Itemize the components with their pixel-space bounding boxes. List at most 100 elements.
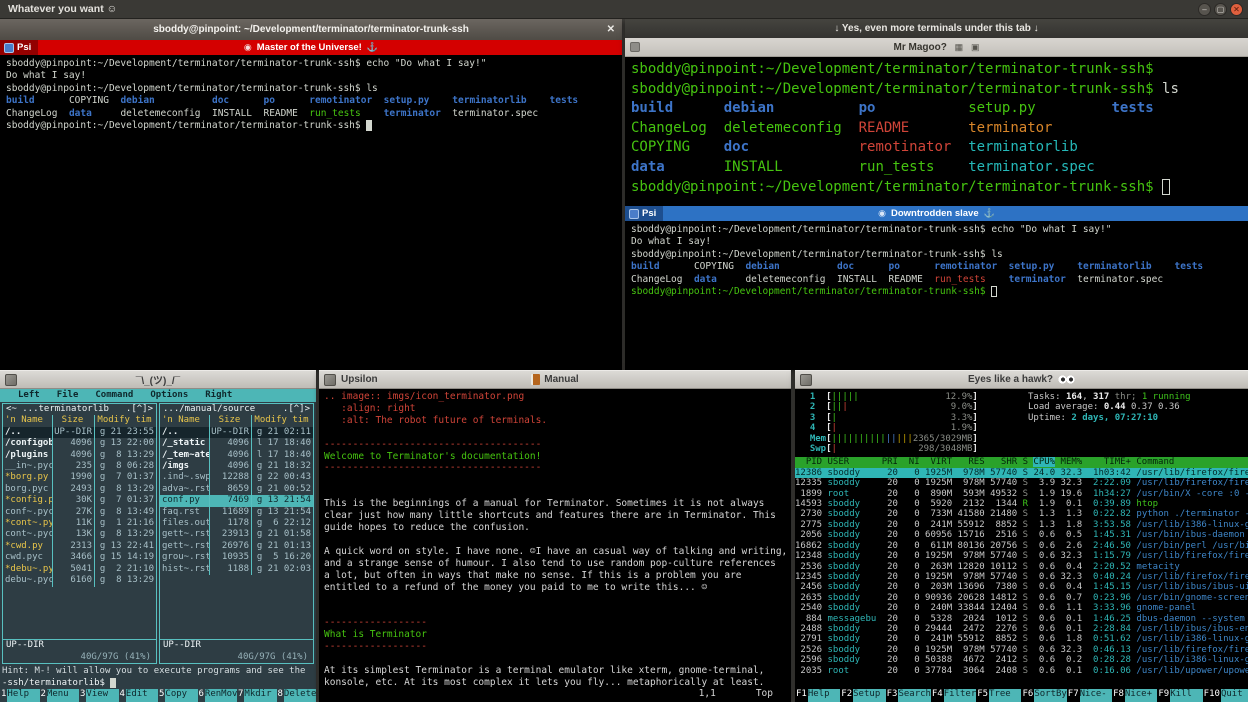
close-button[interactable]: ✕ xyxy=(1230,3,1243,16)
column-size[interactable]: Size xyxy=(209,415,251,426)
process-row[interactable]: 12386 sboddy 20 0 1925M 978M 57740 S 24.… xyxy=(795,468,1248,478)
process-row[interactable]: 14593 sboddy 20 0 5920 2132 1344 R 1.9 0… xyxy=(795,499,1248,509)
column-mtime[interactable]: Modify tim xyxy=(94,415,156,426)
file-row[interactable]: cwd.pyc3466g 15 14:19 xyxy=(3,552,156,563)
file-row[interactable]: /..UP--DIRg 21 23:55 xyxy=(3,427,156,438)
column-name[interactable]: 'n Name xyxy=(160,415,209,426)
column-size[interactable]: Size xyxy=(52,415,94,426)
fkey-menu[interactable]: 2Menu xyxy=(40,689,80,702)
process-row[interactable]: 2536 sboddy 20 0 263M 12820 10112 S 0.6 … xyxy=(795,562,1248,572)
process-row[interactable]: 2540 sboddy 20 0 240M 33844 12404 S 0.6 … xyxy=(795,603,1248,613)
file-row[interactable]: /_tem~ates4096l 17 18:40 xyxy=(160,450,313,461)
fkey-filter[interactable]: F4Filter xyxy=(931,689,976,702)
fkey-quit[interactable]: F10Quit xyxy=(1203,689,1248,702)
file-row[interactable]: __in~.pyc235g 8 06:28 xyxy=(3,461,156,472)
process-row[interactable]: 2488 sboddy 20 0 29444 2472 2276 S 0.6 0… xyxy=(795,624,1248,634)
process-row[interactable]: 12345 sboddy 20 0 1925M 978M 57740 S 0.6… xyxy=(795,572,1248,582)
menu-right[interactable]: Right xyxy=(205,390,232,401)
vim-editor[interactable]: .. image:: imgs/icon_terminator.png :ali… xyxy=(319,389,791,702)
fkey-renmov[interactable]: 6RenMov xyxy=(198,689,238,702)
fkey-mkdir[interactable]: 7Mkdir xyxy=(237,689,277,702)
fkey-kill[interactable]: F9Kill xyxy=(1157,689,1202,702)
group-chip[interactable]: Psi xyxy=(625,206,663,221)
window-titlebar[interactable]: Eyes like a hawk? xyxy=(795,370,1248,389)
file-row[interactable]: .ind~.swp12288g 22 00:43 xyxy=(160,472,313,483)
process-row[interactable]: 2775 sboddy 20 0 241M 55912 8852 S 1.3 1… xyxy=(795,520,1248,530)
file-row[interactable]: /_static4096l 17 18:40 xyxy=(160,438,313,449)
file-row[interactable]: *cont~.py11Kg 1 21:16 xyxy=(3,518,156,529)
htop-app[interactable]: 1 [||||| 12.9%] 2 [||| 9.0%] 3 [| 3.3%] … xyxy=(795,389,1248,702)
fkey-setup[interactable]: F2Setup xyxy=(840,689,885,702)
process-row[interactable]: 2596 sboddy 20 0 50388 4672 2412 S 0.6 0… xyxy=(795,655,1248,665)
column-headers[interactable]: 'n Name Size Modify tim xyxy=(3,415,156,426)
process-row[interactable]: 884 messagebu 20 0 5328 2024 1012 S 0.6 … xyxy=(795,614,1248,624)
file-row[interactable]: /imgs4096g 21 18:32 xyxy=(160,461,313,472)
fkey-tree[interactable]: F5Tree xyxy=(976,689,1021,702)
panel-path[interactable]: <~ ...terminatorlib .[^]> xyxy=(3,404,156,415)
fkey-view[interactable]: 3View xyxy=(79,689,119,702)
window-close-icon[interactable]: ✕ xyxy=(607,19,615,40)
column-headers[interactable]: 'n Name Size Modify tim xyxy=(160,415,313,426)
fkey-delete[interactable]: 8Delete xyxy=(277,689,317,702)
process-row[interactable]: 12335 sboddy 20 0 1925M 978M 57740 S 3.9… xyxy=(795,478,1248,488)
command-line[interactable]: -ssh/terminatorlib$ xyxy=(0,678,316,689)
menu-options[interactable]: Options xyxy=(150,390,188,401)
file-row[interactable]: /..UP--DIRg 21 02:11 xyxy=(160,427,313,438)
file-row[interactable]: conf~.pyc27Kg 8 13:49 xyxy=(3,507,156,518)
minimize-button[interactable]: – xyxy=(1198,3,1211,16)
fkey-help[interactable]: F1Help xyxy=(795,689,840,702)
file-row[interactable]: gett~.rst23913g 21 01:58 xyxy=(160,529,313,540)
window-titlebar[interactable]: ↓ Yes, even more terminals under this ta… xyxy=(625,19,1248,38)
column-name[interactable]: 'n Name xyxy=(3,415,52,426)
process-row[interactable]: 2456 sboddy 20 0 203M 13696 7380 S 0.6 0… xyxy=(795,582,1248,592)
panel-marker[interactable]: .[^]> xyxy=(126,404,153,415)
file-row[interactable]: hist~.rst1188g 21 02:03 xyxy=(160,564,313,575)
process-row[interactable]: 16862 sboddy 20 0 611M 80136 20756 S 0.6… xyxy=(795,541,1248,551)
column-mtime[interactable]: Modify tim xyxy=(251,415,313,426)
terminal-master[interactable]: sboddy@pinpoint:~/Development/terminator… xyxy=(0,55,622,370)
file-row[interactable]: /plugins4096g 8 13:29 xyxy=(3,450,156,461)
fkey-sortby[interactable]: F6SortBy xyxy=(1021,689,1066,702)
window-titlebar[interactable]: Upsilon Manual xyxy=(319,370,791,389)
window-titlebar[interactable]: ¯\_(ツ)_/¯ xyxy=(0,370,316,389)
group-chip[interactable]: Psi xyxy=(0,40,38,55)
fkey-nice+[interactable]: F8Nice+ xyxy=(1112,689,1157,702)
file-row[interactable]: cont~.pyc13Kg 8 13:29 xyxy=(3,529,156,540)
window-titlebar[interactable]: sboddy@pinpoint: ~/Development/terminato… xyxy=(0,19,622,40)
fkey-edit[interactable]: 4Edit xyxy=(119,689,159,702)
file-row[interactable]: /configobj4096g 13 22:00 xyxy=(3,438,156,449)
process-row[interactable]: 2035 root 20 0 37784 3064 2408 S 0.6 0.1… xyxy=(795,666,1248,676)
menu-file[interactable]: File xyxy=(57,390,79,401)
process-row[interactable]: 2730 sboddy 20 0 733M 41580 21480 S 1.3 … xyxy=(795,509,1248,519)
fkey-copy[interactable]: 5Copy xyxy=(158,689,198,702)
fkey-search[interactable]: F3Search xyxy=(886,689,931,702)
terminal-titlebar-master[interactable]: ◉ Master of the Universe! ⚓ Psi xyxy=(0,40,622,55)
file-row[interactable]: *cwd.py2313g 13 22:41 xyxy=(3,541,156,552)
file-row[interactable]: *debu~.py5041g 2 21:10 xyxy=(3,564,156,575)
file-row[interactable]: conf.py7469g 13 21:54 xyxy=(160,495,313,506)
process-row[interactable]: 12348 sboddy 20 0 1925M 978M 57740 S 0.6… xyxy=(795,551,1248,561)
panel-marker[interactable]: .[^]> xyxy=(283,404,310,415)
panel-path[interactable]: .../manual/source .[^]> xyxy=(160,404,313,415)
process-row[interactable]: 1899 root 20 0 890M 593M 49532 S 1.9 19.… xyxy=(795,489,1248,499)
file-row[interactable]: borg.pyc2493g 8 13:29 xyxy=(3,484,156,495)
menu-command[interactable]: Command xyxy=(95,390,133,401)
process-row[interactable]: 2056 sboddy 20 0 60956 15716 2516 S 0.6 … xyxy=(795,530,1248,540)
terminal-magoo[interactable]: sboddy@pinpoint:~/Development/terminator… xyxy=(625,57,1248,206)
file-row[interactable]: adva~.rst8659g 21 00:52 xyxy=(160,484,313,495)
process-row[interactable]: 2526 sboddy 20 0 1925M 978M 57740 S 0.6 … xyxy=(795,645,1248,655)
file-row[interactable]: gett~.rst26976g 21 01:13 xyxy=(160,541,313,552)
file-row[interactable]: faq.rst11689g 13 21:54 xyxy=(160,507,313,518)
maximize-button[interactable]: ▢ xyxy=(1214,3,1227,16)
file-row[interactable]: files.out1178g 6 22:12 xyxy=(160,518,313,529)
process-table-header[interactable]: PID USER PRI NI VIRT RES SHR S CPU% MEM%… xyxy=(795,457,1248,467)
tab-mr-magoo[interactable]: Mr Magoo? ▦ ▣ xyxy=(625,42,1248,53)
fkey-nice-[interactable]: F7Nice- xyxy=(1067,689,1112,702)
process-row[interactable]: 2635 sboddy 20 0 90936 20628 14812 S 0.6… xyxy=(795,593,1248,603)
file-row[interactable]: grou~.rst10935g 5 16:20 xyxy=(160,552,313,563)
fkey-help[interactable]: 1Help xyxy=(0,689,40,702)
file-row[interactable]: *config.py30Kg 7 01:37 xyxy=(3,495,156,506)
sort-column[interactable]: CPU% xyxy=(1033,457,1055,467)
file-row[interactable]: *borg.py1990g 7 01:37 xyxy=(3,472,156,483)
menu-left[interactable]: Left xyxy=(18,390,40,401)
